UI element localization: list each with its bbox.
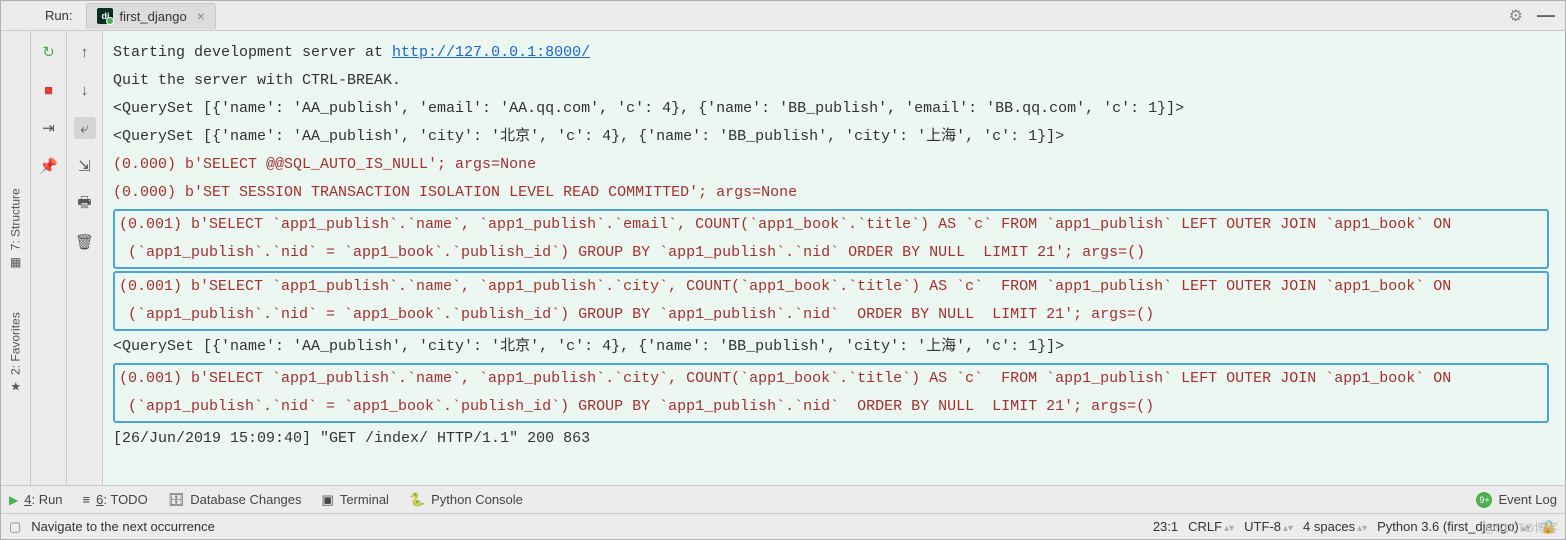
watermark: @51CTO博客 [1483,519,1558,536]
delete-icon[interactable]: 🗑 [74,231,96,253]
tab-run[interactable]: ▶4: Run [9,492,63,507]
print-icon[interactable]: 🖶 [74,193,96,215]
side-tab-bar: ▦7: Structure ★2: Favorites [1,31,31,485]
soft-wrap-icon[interactable]: ⤶ [74,117,96,139]
tab-terminal[interactable]: ▣Terminal [322,492,389,508]
notification-badge: 9+ [1476,492,1492,508]
scroll-end-icon[interactable]: ⇲ [74,155,96,177]
side-tab-favorites[interactable]: ★2: Favorites [9,312,23,391]
todo-icon: ≡ [83,492,91,507]
side-tab-structure[interactable]: ▦7: Structure [9,188,23,267]
run-toolbar-col2: ↑ ↓ ⤶ ⇲ 🖶 🗑 [67,31,103,485]
up-arrow-icon[interactable]: ↑ [74,41,96,63]
close-icon[interactable]: × [197,8,205,24]
layout-icon[interactable]: ⇥ [38,117,60,139]
status-message: Navigate to the next occurrence [31,519,215,534]
run-label: Run: [45,8,72,23]
rerun-icon[interactable]: ↻ [38,41,60,63]
run-toolbar-col1: ↻ ■ ⇥ 📌 [31,31,67,485]
tab-todo[interactable]: ≡6: TODO [83,492,148,507]
django-icon: dj [97,8,113,24]
tab-python-console[interactable]: 🐍Python Console [409,492,523,508]
sql-highlight-2: (0.001) b'SELECT `app1_publish`.`name`, … [113,271,1549,331]
tool-windows-icon[interactable]: ▢ [9,519,21,535]
line-separator[interactable]: CRLF▴▾ [1188,519,1234,534]
run-tab-first-django[interactable]: dj first_django × [86,3,215,29]
down-arrow-icon[interactable]: ↓ [74,79,96,101]
server-url-link[interactable]: http://127.0.0.1:8000/ [392,44,590,61]
stop-icon[interactable]: ■ [38,79,60,101]
indent-setting[interactable]: 4 spaces▴▾ [1303,519,1367,534]
tab-database-changes[interactable]: 🗄Database Changes [168,492,302,508]
structure-icon: ▦ [10,255,21,269]
star-icon: ★ [10,379,21,393]
tab-event-log[interactable]: 9+Event Log [1476,492,1557,508]
tab-label: first_django [119,9,186,24]
gear-icon[interactable]: ⚙ [1509,6,1523,26]
database-icon: 🗄 [168,492,185,508]
minimize-icon[interactable]: — [1537,5,1555,26]
python-icon: 🐍 [409,492,425,508]
run-header: Run: dj first_django × ⚙ — [1,1,1565,31]
play-icon: ▶ [9,493,18,507]
sql-highlight-1: (0.001) b'SELECT `app1_publish`.`name`, … [113,209,1549,269]
console-output[interactable]: Starting development server at http://12… [103,31,1565,485]
pin-icon[interactable]: 📌 [38,155,60,177]
status-bar: ▢ Navigate to the next occurrence 23:1 C… [1,513,1565,539]
tool-window-bar: ▶4: Run ≡6: TODO 🗄Database Changes ▣Term… [1,485,1565,513]
sql-highlight-3: (0.001) b'SELECT `app1_publish`.`name`, … [113,363,1549,423]
cursor-position[interactable]: 23:1 [1153,519,1178,534]
terminal-icon: ▣ [322,492,334,508]
file-encoding[interactable]: UTF-8▴▾ [1244,519,1293,534]
